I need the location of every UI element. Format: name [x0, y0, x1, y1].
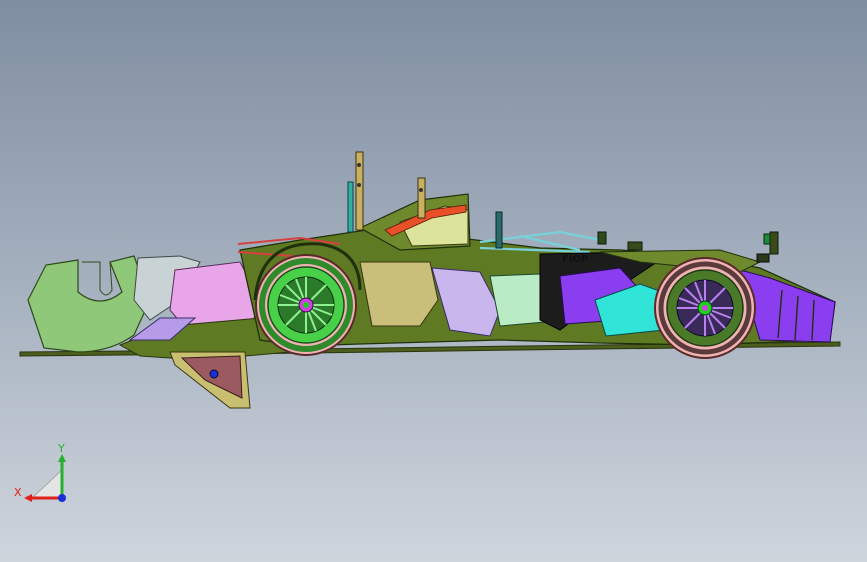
body-text: FIOP [562, 254, 588, 265]
triad-x-arrow [24, 494, 32, 502]
triad-y-arrow [58, 454, 66, 462]
rear-damper[interactable] [597, 231, 607, 245]
rear-wheel[interactable] [654, 257, 756, 359]
rear-upright[interactable] [495, 211, 503, 249]
mirror-mount[interactable] [627, 241, 643, 251]
front-wing-inner-slot [82, 261, 113, 296]
coordinate-triad: X Y [14, 442, 66, 502]
front-wheel[interactable] [255, 254, 357, 356]
roll-hoop-bolt-3 [419, 188, 423, 192]
roll-hoop-post[interactable] [347, 181, 354, 233]
roll-hoop-front[interactable] [417, 177, 426, 219]
triad-x-label: X [14, 486, 22, 499]
car-model-scene[interactable]: FIOP [0, 0, 867, 562]
roll-hoop-bolt-1 [357, 163, 361, 167]
rear-light[interactable] [756, 253, 770, 263]
triad-z-axis [58, 494, 66, 502]
roll-hoop-bolt-2 [357, 183, 361, 187]
triad-plane [30, 469, 63, 499]
rear-wing-endplate[interactable] [763, 233, 771, 245]
front-hub-center [303, 302, 309, 308]
rear-hub-center [702, 305, 708, 311]
sidepod-tan[interactable] [359, 261, 439, 327]
front-wing[interactable] [27, 255, 151, 353]
rear-wing-post[interactable] [769, 231, 779, 255]
triad-y-label: Y [57, 442, 65, 455]
chin-bolt [209, 369, 219, 379]
graphics-viewport[interactable]: FIOP X Y [0, 0, 867, 562]
sidepod-mint[interactable] [489, 273, 546, 327]
